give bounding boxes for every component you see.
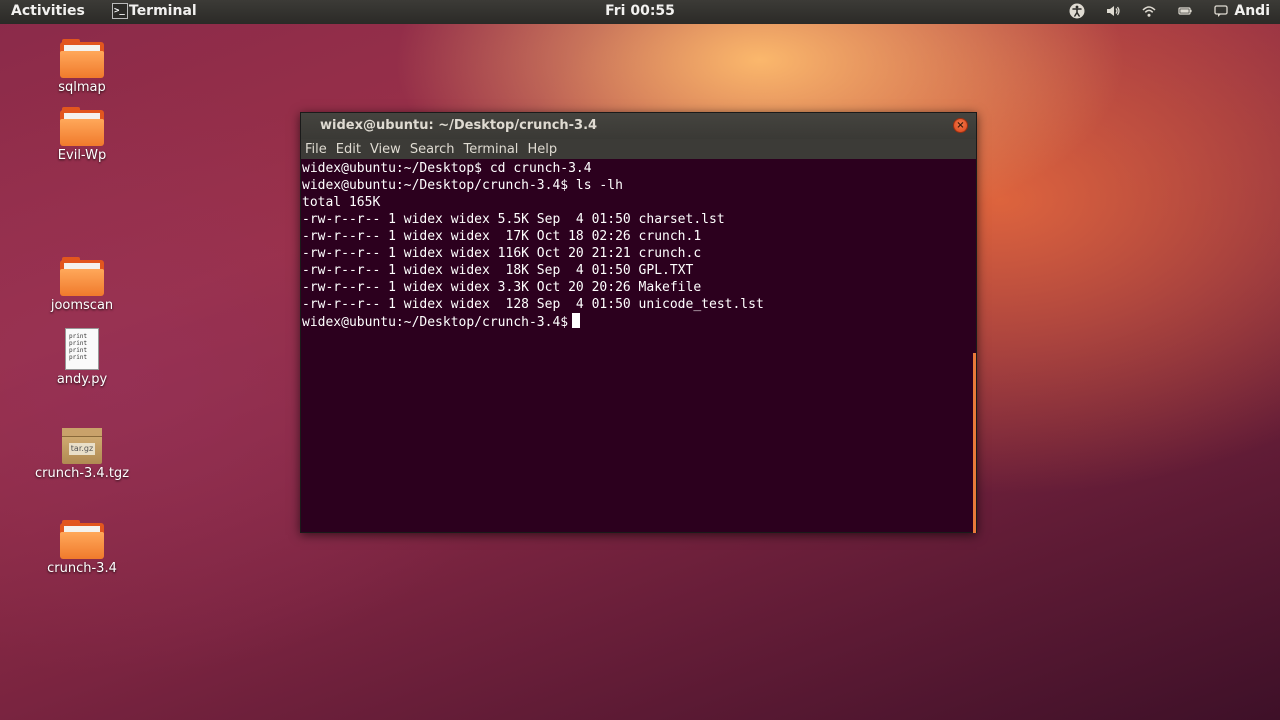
window-titlebar[interactable]: widex@ubuntu: ~/Desktop/crunch-3.4 × — [301, 113, 976, 139]
app-menu-label: Terminal — [129, 3, 197, 19]
terminal-menubar: File Edit View Search Terminal Help — [301, 139, 976, 159]
terminal-line: -rw-r--r-- 1 widex widex 5.5K Sep 4 01:5… — [302, 212, 725, 227]
desktop-icon-label: crunch-3.4.tgz — [34, 466, 130, 481]
top-panel: Activities >_ Terminal Fri 00:55 Andi — [0, 0, 1280, 24]
terminal-icon: >_ — [112, 3, 128, 19]
desktop-icon-evil-wp[interactable]: Evil-Wp — [27, 107, 137, 163]
desktop-icon-crunch-folder[interactable]: crunch-3.4 — [27, 520, 137, 576]
menu-file[interactable]: File — [305, 142, 327, 157]
close-icon[interactable]: × — [953, 118, 968, 133]
system-tray: Andi — [1050, 2, 1270, 20]
text-cursor — [572, 313, 581, 328]
activities-button[interactable]: Activities — [11, 3, 85, 19]
scrollbar[interactable] — [973, 353, 976, 533]
terminal-line: -rw-r--r-- 1 widex widex 17K Oct 18 02:2… — [302, 229, 702, 244]
terminal-line: widex@ubuntu:~/Desktop/crunch-3.4$ ls -l… — [302, 178, 623, 193]
accessibility-icon[interactable] — [1068, 2, 1086, 20]
clock[interactable]: Fri 00:55 — [605, 3, 675, 19]
window-title: widex@ubuntu: ~/Desktop/crunch-3.4 — [320, 118, 598, 133]
app-menu-terminal[interactable]: >_ Terminal — [112, 3, 197, 19]
menu-view[interactable]: View — [370, 142, 401, 157]
terminal-line: -rw-r--r-- 1 widex widex 116K Oct 20 21:… — [302, 246, 702, 261]
python-file-icon: print print print print — [65, 328, 99, 370]
terminal-line: -rw-r--r-- 1 widex widex 3.3K Oct 20 20:… — [302, 280, 702, 295]
terminal-prompt: widex@ubuntu:~/Desktop/crunch-3.4$ — [302, 315, 569, 330]
terminal-output[interactable]: widex@ubuntu:~/Desktop$ cd crunch-3.4 wi… — [301, 160, 976, 532]
folder-icon — [60, 39, 104, 78]
desktop-icon-joomscan[interactable]: joomscan — [27, 257, 137, 313]
menu-edit[interactable]: Edit — [336, 142, 361, 157]
user-menu[interactable]: Andi — [1234, 3, 1270, 19]
chat-icon[interactable] — [1212, 2, 1230, 20]
archive-badge: tar.gz — [69, 443, 95, 455]
desktop-icon-label: joomscan — [50, 298, 114, 313]
desktop-icon-andy-py[interactable]: print print print print andy.py — [27, 328, 137, 387]
desktop-icon-label: andy.py — [56, 372, 108, 387]
desktop-icon-label: sqlmap — [58, 80, 106, 95]
battery-icon[interactable] — [1176, 2, 1194, 20]
desktop-icon-crunch-tgz[interactable]: tar.gz crunch-3.4.tgz — [27, 428, 137, 481]
folder-icon — [60, 520, 104, 559]
menu-terminal[interactable]: Terminal — [463, 142, 518, 157]
desktop-icon-label: Evil-Wp — [57, 148, 107, 163]
folder-icon — [60, 257, 104, 296]
archive-icon: tar.gz — [62, 428, 102, 464]
terminal-line: -rw-r--r-- 1 widex widex 18K Sep 4 01:50… — [302, 263, 694, 278]
terminal-prompt-line[interactable]: widex@ubuntu:~/Desktop/crunch-3.4$ — [301, 313, 976, 330]
menu-help[interactable]: Help — [527, 142, 557, 157]
menu-search[interactable]: Search — [410, 142, 455, 157]
terminal-line: total 165K — [302, 195, 381, 210]
desktop-icon-sqlmap[interactable]: sqlmap — [27, 39, 137, 95]
desktop-icon-label: crunch-3.4 — [47, 561, 117, 576]
volume-icon[interactable] — [1104, 2, 1122, 20]
terminal-window[interactable]: widex@ubuntu: ~/Desktop/crunch-3.4 × Fil… — [300, 112, 977, 533]
terminal-line: -rw-r--r-- 1 widex widex 128 Sep 4 01:50… — [302, 297, 764, 312]
wifi-icon[interactable] — [1140, 2, 1158, 20]
terminal-line: widex@ubuntu:~/Desktop$ cd crunch-3.4 — [302, 161, 592, 176]
folder-icon — [60, 107, 104, 146]
